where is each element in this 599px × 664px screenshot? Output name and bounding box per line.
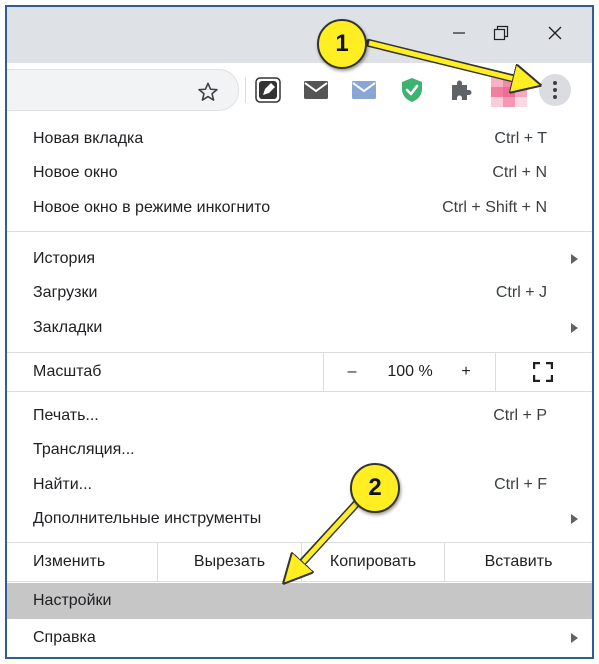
callout-badge-1: 1 <box>317 19 367 69</box>
arrow-2 <box>293 501 359 573</box>
callout-number: 1 <box>335 30 349 57</box>
screenshot-frame: Новая вкладка Ctrl + T Новое окно Ctrl +… <box>5 5 594 659</box>
callout-badge-2: 2 <box>350 463 400 513</box>
callout-number: 2 <box>368 474 382 501</box>
annotation-arrows <box>7 39 592 657</box>
arrow-1 <box>368 40 527 82</box>
